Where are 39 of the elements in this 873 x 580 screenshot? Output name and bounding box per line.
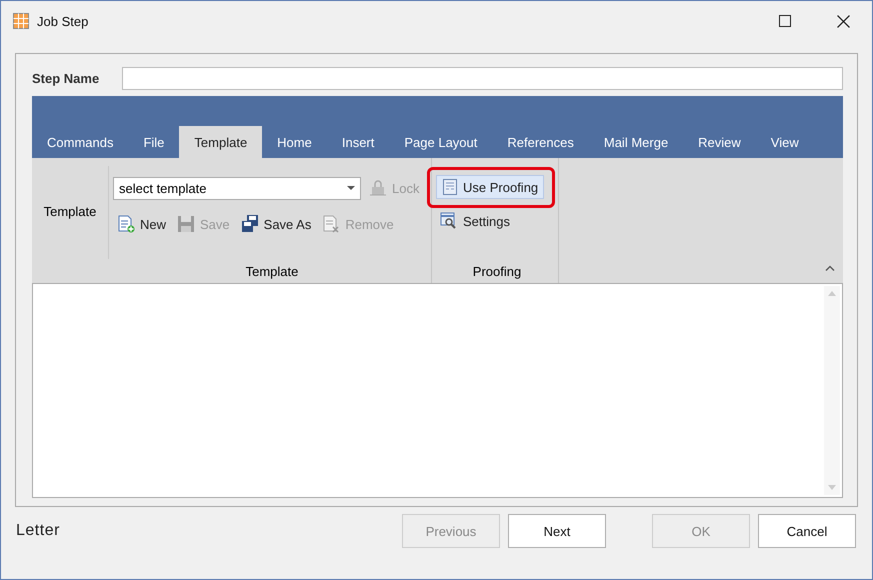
document-area[interactable] (32, 284, 843, 498)
scroll-down-icon[interactable] (828, 485, 836, 490)
template-dropdown[interactable]: select template (113, 176, 361, 200)
dropdown-arrow-icon (347, 186, 355, 190)
group-caption: Proofing (472, 264, 522, 278)
ribbon-tab[interactable]: Commands (32, 126, 128, 158)
new-document-icon (117, 215, 135, 233)
settings-icon (440, 212, 458, 230)
dialog-button[interactable]: Cancel (758, 514, 856, 548)
settings-button[interactable]: Settings (436, 209, 558, 233)
close-icon (836, 14, 850, 28)
step-name-field[interactable] (122, 67, 843, 90)
lock-icon (369, 179, 387, 197)
scrollbar[interactable] (824, 286, 840, 495)
floppy-disks-icon (240, 215, 259, 233)
document-type-label: Letter (16, 522, 60, 540)
maximize-icon (779, 15, 791, 27)
ribbon-tab[interactable]: Insert (326, 126, 390, 158)
group-caption: Template (246, 264, 298, 278)
ribbon-tab[interactable]: File (128, 126, 180, 158)
ribbon-tab[interactable]: Page Layout (389, 126, 492, 158)
document-icon (442, 179, 458, 195)
new-button[interactable]: New (113, 212, 170, 236)
window-title: Job Step (37, 14, 88, 28)
ribbon-tab[interactable]: Template (179, 126, 262, 158)
ribbon-tab[interactable]: Home (262, 126, 327, 158)
dialog-button[interactable]: Next (508, 514, 606, 548)
ribbon-tab[interactable]: Review (683, 126, 756, 158)
delete-document-icon (322, 215, 340, 233)
scroll-up-icon[interactable] (828, 291, 836, 296)
group-label: Template (44, 204, 96, 219)
use-proofing-button[interactable]: Use Proofing (436, 175, 544, 199)
grid-icon (13, 13, 29, 29)
collapse-icon[interactable] (825, 265, 835, 271)
ribbon-tab[interactable]: Mail Merge (588, 126, 684, 158)
save-as-button[interactable]: Save As (236, 212, 316, 236)
field-label: Step Name (32, 71, 100, 86)
ribbon-tab[interactable]: References (492, 126, 589, 158)
ribbon-tab[interactable]: View (756, 126, 814, 158)
